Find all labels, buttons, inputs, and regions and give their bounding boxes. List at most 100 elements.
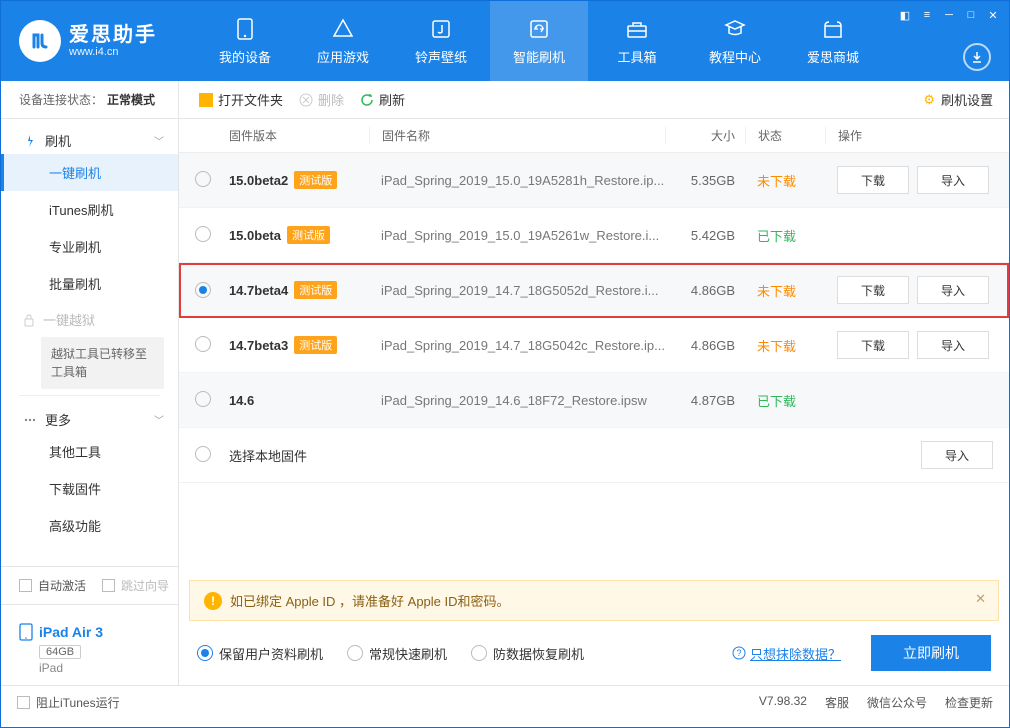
col-name: 固件名称 — [369, 127, 665, 144]
firmware-size: 5.42GB — [665, 228, 745, 243]
btn-label: 删除 — [318, 90, 344, 109]
device-icon — [233, 17, 257, 41]
radio[interactable] — [197, 645, 213, 661]
sidebar-item-download-firmware[interactable]: 下载固件 — [1, 470, 178, 507]
firmware-table: 固件版本 固件名称 大小 状态 操作 15.0beta2测试版iPad_Spri… — [179, 119, 1009, 580]
nav-label: 爱思商城 — [807, 47, 859, 66]
chevron-down-icon: ﹀ — [154, 133, 164, 148]
btn-label: 打开文件夹 — [218, 90, 283, 109]
nav-label: 智能刷机 — [513, 47, 565, 66]
device-panel: 自动激活 跳过向导 — [1, 566, 178, 604]
radio[interactable] — [195, 446, 211, 462]
nav-label: 应用游戏 — [317, 47, 369, 66]
top-nav: 我的设备 应用游戏 铃声壁纸 智能刷机 工具箱 教程中心 爱思商城 — [196, 1, 1009, 81]
erase-data-link[interactable]: ? 只想抹除数据？ — [732, 644, 841, 663]
close-notice-icon[interactable]: ✕ — [975, 591, 986, 607]
chevron-down-icon: ﹀ — [154, 412, 164, 427]
flash-group-icon — [23, 134, 37, 148]
table-row[interactable]: 14.7beta3测试版iPad_Spring_2019_14.7_18G504… — [179, 318, 1009, 373]
maximize-icon[interactable]: □ — [963, 7, 979, 23]
firmware-size: 5.35GB — [665, 173, 745, 188]
nav-store[interactable]: 爱思商城 — [784, 1, 882, 81]
sidebar-item-onekey-flash[interactable]: 一键刷机 — [1, 154, 178, 191]
open-folder-button[interactable]: 打开文件夹 — [195, 88, 287, 111]
brand-name: 爱思助手 — [69, 24, 157, 46]
nav-flash[interactable]: 智能刷机 — [490, 1, 588, 81]
sidebar-item-advanced[interactable]: 高级功能 — [1, 507, 178, 544]
logo-block: 爱思助手 www.i4.cn — [1, 1, 196, 81]
check-update-link[interactable]: 检查更新 — [945, 694, 993, 711]
option-label: 防数据恢复刷机 — [493, 644, 584, 663]
version-text: 15.0beta2 — [229, 173, 288, 188]
flash-option[interactable]: 保留用户资料刷机 — [197, 644, 323, 663]
table-row[interactable]: 14.6iPad_Spring_2019_14.6_18F72_Restore.… — [179, 373, 1009, 428]
flash-option[interactable]: 防数据恢复刷机 — [471, 644, 584, 663]
connection-status: 设备连接状态： 正常模式 — [1, 81, 178, 119]
nav-tutorial[interactable]: 教程中心 — [686, 1, 784, 81]
nav-ringtone[interactable]: 铃声壁纸 — [392, 1, 490, 81]
menu-icon[interactable]: ≡ — [919, 7, 935, 23]
import-button[interactable]: 导入 — [917, 331, 989, 359]
download-button[interactable]: 下载 — [837, 166, 909, 194]
nav-label: 铃声壁纸 — [415, 47, 467, 66]
flash-icon — [527, 17, 551, 41]
flash-option[interactable]: 常规快速刷机 — [347, 644, 447, 663]
device-name-row[interactable]: iPad Air 3 — [19, 623, 178, 641]
wechat-link[interactable]: 微信公众号 — [867, 694, 927, 711]
radio[interactable] — [347, 645, 363, 661]
download-indicator-icon[interactable] — [963, 43, 991, 71]
option-label: 常规快速刷机 — [369, 644, 447, 663]
sidebar-group-flash[interactable]: 刷机 ﹀ — [1, 123, 178, 154]
radio[interactable] — [195, 391, 211, 407]
auto-activate-checkbox[interactable] — [19, 579, 32, 592]
apple-id-notice: ! 如已绑定 Apple ID ，请准备好 Apple ID和密码。 ✕ — [189, 580, 999, 621]
skin-icon[interactable]: ◧ — [897, 7, 913, 23]
nav-toolbox[interactable]: 工具箱 — [588, 1, 686, 81]
sidebar-item-batch-flash[interactable]: 批量刷机 — [1, 265, 178, 302]
close-icon[interactable]: ✕ — [985, 7, 1001, 23]
table-row[interactable]: 15.0beta2测试版iPad_Spring_2019_15.0_19A528… — [179, 153, 1009, 208]
flash-settings-button[interactable]: ⚙ 刷机设置 — [923, 90, 993, 109]
more-icon — [23, 413, 37, 427]
radio[interactable] — [195, 171, 211, 187]
customer-service-link[interactable]: 客服 — [825, 694, 849, 711]
download-button[interactable]: 下载 — [837, 331, 909, 359]
minimize-icon[interactable]: ─ — [941, 7, 957, 23]
sidebar-item-other-tools[interactable]: 其他工具 — [1, 433, 178, 470]
table-row[interactable]: 15.0beta测试版iPad_Spring_2019_15.0_19A5261… — [179, 208, 1009, 263]
toolbox-icon — [625, 17, 649, 41]
tablet-icon — [19, 623, 33, 641]
import-button[interactable]: 导入 — [921, 441, 993, 469]
import-button[interactable]: 导入 — [917, 166, 989, 194]
sidebar-item-itunes-flash[interactable]: iTunes刷机 — [1, 191, 178, 228]
radio[interactable] — [195, 282, 211, 298]
nav-apps[interactable]: 应用游戏 — [294, 1, 392, 81]
firmware-name: iPad_Spring_2019_14.7_18G5052d_Restore.i… — [369, 283, 665, 298]
jailbreak-note: 越狱工具已转移至工具箱 — [41, 337, 164, 389]
col-version: 固件版本 — [229, 127, 369, 144]
table-row[interactable]: 14.7beta4测试版iPad_Spring_2019_14.7_18G505… — [179, 263, 1009, 318]
warning-icon: ! — [204, 592, 222, 610]
conn-prefix: 设备连接状态： — [19, 91, 103, 108]
delete-icon — [299, 93, 313, 107]
delete-button[interactable]: 删除 — [295, 88, 348, 111]
radio[interactable] — [195, 336, 211, 352]
download-button[interactable]: 下载 — [837, 276, 909, 304]
divider — [19, 395, 160, 396]
version-text: 14.7beta3 — [229, 338, 288, 353]
radio[interactable] — [471, 645, 487, 661]
sidebar-group-more[interactable]: 更多 ﹀ — [1, 402, 178, 433]
import-button[interactable]: 导入 — [917, 276, 989, 304]
app-header: 爱思助手 www.i4.cn 我的设备 应用游戏 铃声壁纸 智能刷机 工具箱 教… — [1, 1, 1009, 81]
radio[interactable] — [195, 226, 211, 242]
refresh-button[interactable]: 刷新 — [356, 88, 409, 111]
sidebar-item-pro-flash[interactable]: 专业刷机 — [1, 228, 178, 265]
status-badge: 已下载 — [745, 391, 825, 410]
skip-guide-checkbox[interactable] — [102, 579, 115, 592]
nav-my-device[interactable]: 我的设备 — [196, 1, 294, 81]
flash-now-button[interactable]: 立即刷机 — [871, 635, 991, 671]
firmware-size: 4.87GB — [665, 393, 745, 408]
block-itunes-checkbox[interactable] — [17, 696, 30, 709]
status-badge: 未下载 — [745, 171, 825, 190]
link-text: 只想抹除数据？ — [750, 644, 841, 663]
